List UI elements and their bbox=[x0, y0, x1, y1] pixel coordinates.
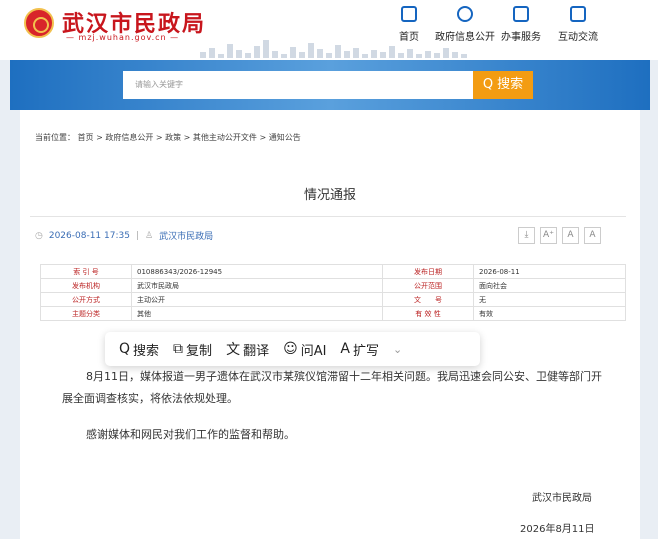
font-decrease-button[interactable]: A bbox=[584, 227, 601, 244]
toolbar-expand-label: 扩写 bbox=[353, 343, 380, 359]
table-key: 索 引 号 bbox=[40, 264, 132, 279]
font-normal-button[interactable]: A bbox=[562, 227, 579, 244]
signature-date: 2026年8月11日 bbox=[520, 524, 595, 535]
site-header: 武汉市民政局 — mzj.wuhan.gov.cn — 首页 政府信息公开 办事… bbox=[0, 0, 658, 60]
toolbar-translate-button[interactable]: 文 翻译 bbox=[226, 339, 269, 359]
toolbar-search-label: 搜索 bbox=[133, 343, 160, 359]
table-key: 主题分类 bbox=[40, 306, 132, 321]
article-source: 武汉市民政局 bbox=[159, 232, 214, 242]
emblem-icon bbox=[24, 8, 54, 38]
ai-icon: ☺ bbox=[283, 341, 298, 357]
table-row: 索 引 号 010886343/2026-12945 发布日期 2026-08-… bbox=[40, 264, 626, 279]
table-value: 2026-08-11 bbox=[473, 264, 626, 279]
nav-home-label: 首页 bbox=[399, 32, 419, 43]
toolbar-translate-label: 翻译 bbox=[243, 343, 270, 359]
toolbar-ask-ai-button[interactable]: ☺ 问AI bbox=[283, 340, 326, 359]
article-panel: 当前位置： 首页 > 政府信息公开 > 政策 > 其他主动公开文件 > 通知公告… bbox=[20, 110, 640, 539]
divider bbox=[30, 216, 626, 217]
translate-icon: 文 bbox=[226, 342, 241, 358]
toolbar-search-button[interactable]: Q 搜索 bbox=[119, 340, 159, 359]
write-icon: A bbox=[340, 341, 350, 357]
toolbar-copy-label: 复制 bbox=[186, 343, 213, 359]
info-table: 索 引 号 010886343/2026-12945 发布日期 2026-08-… bbox=[40, 264, 626, 321]
site-subtitle: — mzj.wuhan.gov.cn — bbox=[66, 33, 180, 42]
document-icon bbox=[570, 6, 586, 22]
breadcrumb[interactable]: 当前位置： 首页 > 政府信息公开 > 政策 > 其他主动公开文件 > 通知公告 bbox=[35, 132, 301, 143]
table-key: 发布机构 bbox=[40, 278, 132, 293]
table-key: 公开方式 bbox=[40, 292, 132, 307]
signature: 武汉市民政局 bbox=[532, 493, 592, 504]
toolbar-ask-ai-label: 问AI bbox=[300, 343, 327, 359]
bookmark-icon bbox=[513, 6, 529, 22]
table-value: 武汉市民政局 bbox=[131, 278, 383, 293]
home-icon bbox=[401, 6, 417, 22]
table-value: 主动公开 bbox=[131, 292, 383, 307]
table-row: 主题分类 其他 有 效 性 有效 bbox=[40, 306, 626, 321]
search-input[interactable]: 请输入关键字 bbox=[123, 71, 473, 99]
table-key: 公开范围 bbox=[382, 278, 474, 293]
article-paragraph: 感谢媒体和网民对我们工作的监督和帮助。 bbox=[86, 428, 295, 441]
selection-toolbar: Q 搜索 ⧉ 复制 文 翻译 ☺ 问AI A 扩写 ⌄ bbox=[105, 332, 480, 366]
table-value: 面向社会 bbox=[473, 278, 626, 293]
search-button[interactable]: Q 搜索 bbox=[473, 71, 533, 99]
nav-services-label: 办事服务 bbox=[501, 32, 541, 43]
table-key: 发布日期 bbox=[382, 264, 474, 279]
search-icon: Q bbox=[119, 341, 131, 357]
table-value: 有效 bbox=[473, 306, 626, 321]
publish-datetime: 2026-08-11 17:35 bbox=[48, 230, 130, 241]
font-increase-button[interactable]: A⁺ bbox=[540, 227, 557, 244]
toolbar-expand-button[interactable]: A 扩写 bbox=[340, 340, 379, 359]
download-icon[interactable]: ⤓ bbox=[518, 227, 535, 244]
article-paragraph: 8月11日，媒体报道一男子遗体在武汉市某殡仪馆滞留十二年相关问题。我局迅速会同公… bbox=[62, 370, 602, 405]
nav-interaction[interactable]: 互动交流 bbox=[543, 6, 613, 43]
table-key: 文 号 bbox=[382, 292, 474, 307]
font-controls: ⤓ A⁺ A A bbox=[518, 227, 601, 244]
article-meta: ◷ 2026-08-11 17:35 | ♙ 武汉市民政局 bbox=[35, 229, 214, 243]
chat-icon bbox=[457, 6, 473, 22]
table-row: 公开方式 主动公开 文 号 无 bbox=[40, 292, 626, 307]
table-key: 有 效 性 bbox=[382, 306, 474, 321]
user-icon: ♙ bbox=[145, 230, 154, 241]
chevron-down-icon[interactable]: ⌄ bbox=[393, 343, 402, 356]
page-title: 情况通报 bbox=[303, 188, 356, 203]
table-row: 发布机构 武汉市民政局 公开范围 面向社会 bbox=[40, 278, 626, 293]
clock-icon: ◷ bbox=[35, 230, 43, 241]
table-value: 无 bbox=[473, 292, 626, 307]
toolbar-copy-button[interactable]: ⧉ 复制 bbox=[173, 340, 212, 359]
meta-separator: | bbox=[135, 230, 140, 241]
table-value: 其他 bbox=[131, 306, 383, 321]
copy-icon: ⧉ bbox=[173, 341, 184, 357]
table-value: 010886343/2026-12945 bbox=[131, 264, 383, 279]
nav-interaction-label: 互动交流 bbox=[558, 32, 598, 43]
